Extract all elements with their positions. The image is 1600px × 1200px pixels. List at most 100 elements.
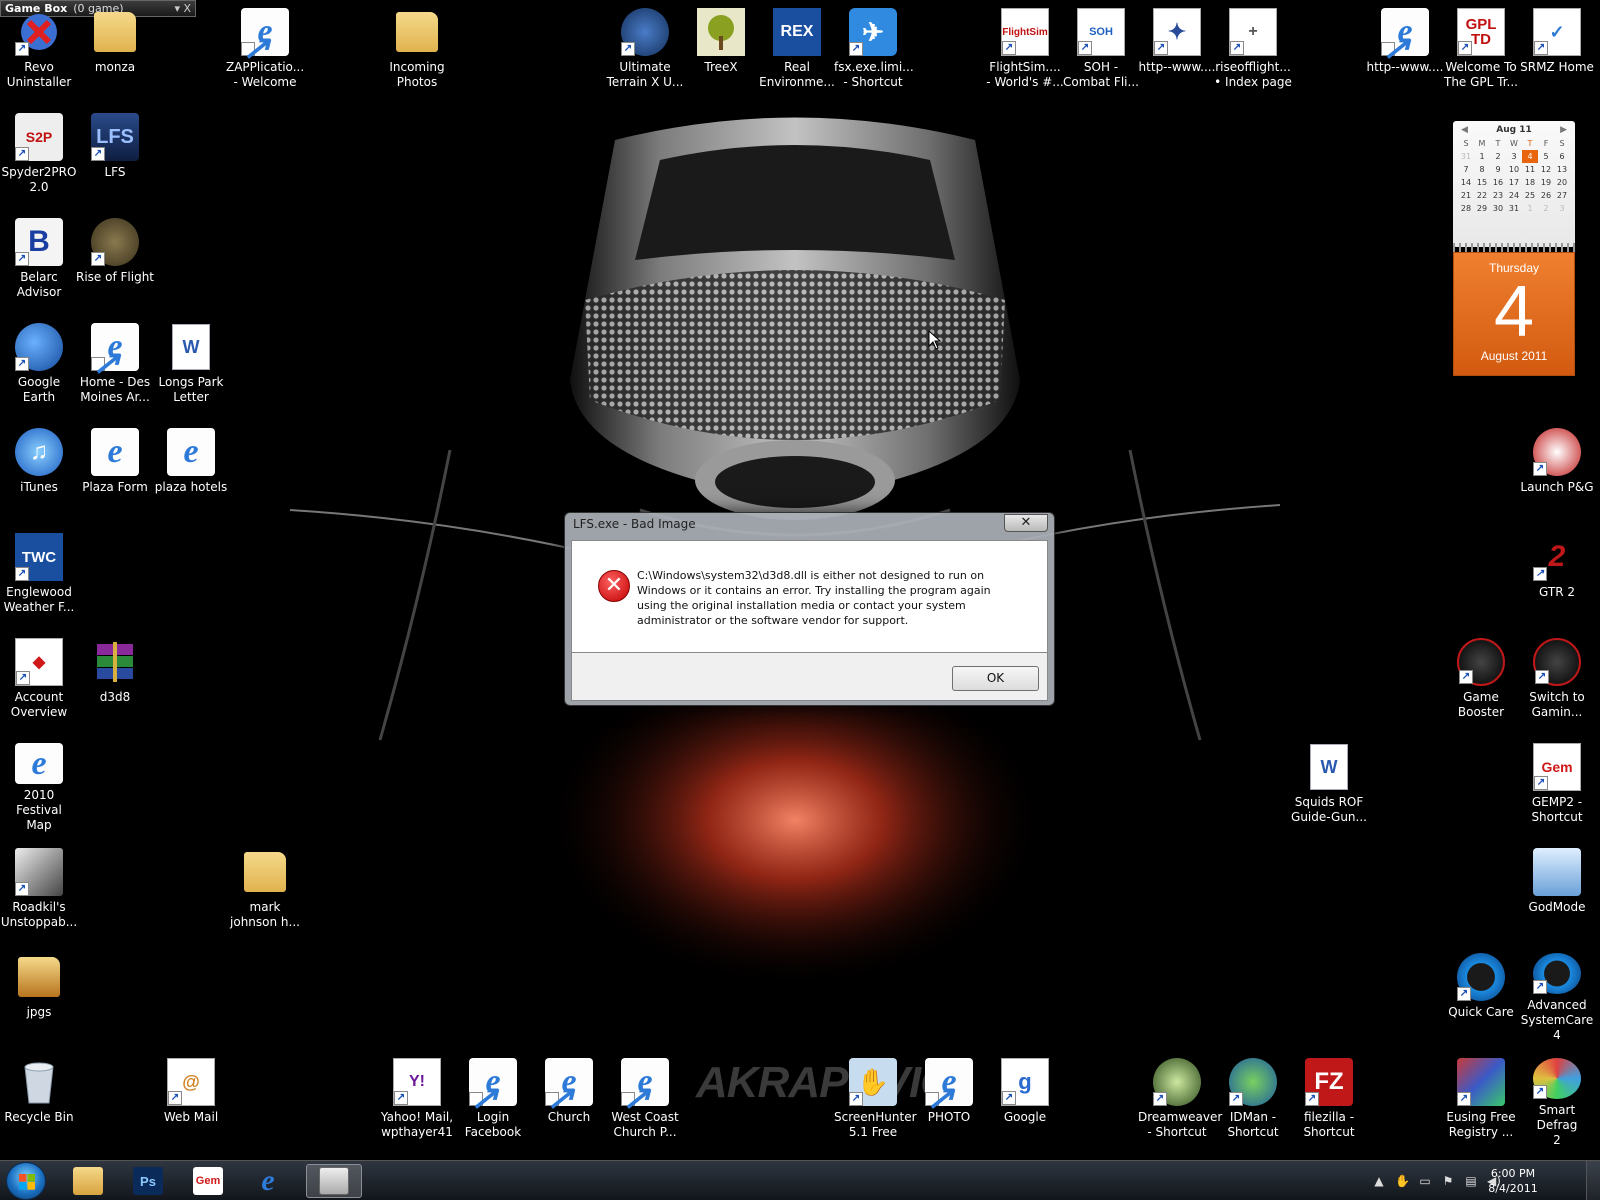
tray-app-icon[interactable]: ✋ — [1395, 1174, 1410, 1188]
calendar-day[interactable]: 5 — [1538, 150, 1554, 163]
desktop-icon-account-overview[interactable]: ◆ ↗ Account Overview — [0, 632, 78, 728]
desktop-icon-switch-to-gaming[interactable]: ↗ Switch to Gamin... — [1518, 632, 1596, 728]
calendar-day-card[interactable]: Thursday 4 August 2011 — [1453, 252, 1575, 376]
game-box-controls[interactable]: ▾ X — [174, 1, 191, 16]
taskbar-gem-button[interactable]: Gem — [180, 1164, 236, 1198]
desktop-icon-google-earth[interactable]: ↗ Google Earth — [0, 317, 78, 413]
taskbar-window-button[interactable] — [306, 1164, 362, 1198]
desktop-icon-revo-uninstaller[interactable]: ↗ Revo Uninstaller — [0, 2, 78, 98]
desktop-icon-gtr2[interactable]: 2 ↗ GTR 2 — [1518, 527, 1596, 623]
desktop-icon-recycle-bin[interactable]: Recycle Bin — [0, 1052, 78, 1148]
calendar-day[interactable]: 26 — [1538, 189, 1554, 202]
desktop-icon-login-facebook[interactable]: e ↗ Login Facebook — [454, 1052, 532, 1148]
desktop-icon-treex[interactable]: TreeX — [682, 2, 760, 98]
calendar-day[interactable]: 23 — [1490, 189, 1506, 202]
desktop-icon-screenhunter[interactable]: ✋ ↗ ScreenHunter 5.1 Free — [834, 1052, 917, 1148]
calendar-day[interactable]: 4 — [1522, 150, 1538, 163]
calendar-day[interactable]: 12 — [1538, 163, 1554, 176]
show-hidden-icons-icon[interactable]: ▲ — [1372, 1174, 1386, 1188]
calendar-day[interactable]: 27 — [1554, 189, 1570, 202]
calendar-day[interactable]: 25 — [1522, 189, 1538, 202]
action-center-flag-icon[interactable]: ⚑ — [1441, 1174, 1455, 1188]
calendar-day[interactable]: 7 — [1458, 163, 1474, 176]
desktop-icon-longs-park-letter[interactable]: W Longs Park Letter — [152, 317, 230, 413]
desktop-icon-gemp2[interactable]: Gem ↗ GEMP2 - Shortcut — [1518, 737, 1596, 833]
desktop-icon-home-des-moines[interactable]: e ↗ Home - Des Moines Ar... — [76, 317, 154, 413]
desktop-icon-advanced-systemcare[interactable]: ↗ Advanced SystemCare 4 — [1518, 947, 1596, 1043]
calendar-day[interactable]: 2 — [1538, 202, 1554, 215]
calendar-day[interactable]: 20 — [1554, 176, 1570, 189]
desktop-icon-zapplication[interactable]: e ↗ ZAPPlicatio... - Welcome — [226, 2, 304, 98]
calendar-day[interactable]: 21 — [1458, 189, 1474, 202]
desktop-icon-belarc[interactable]: B ↗ Belarc Advisor — [0, 212, 78, 308]
desktop-icon-photo[interactable]: e ↗ PHOTO — [910, 1052, 988, 1148]
calendar-day[interactable]: 14 — [1458, 176, 1474, 189]
desktop-icon-rise-of-flight[interactable]: ↗ Rise of Flight — [76, 212, 154, 308]
desktop-icon-web-mail[interactable]: @ ↗ Web Mail — [152, 1052, 230, 1148]
desktop-icon-plaza-form[interactable]: e Plaza Form — [76, 422, 154, 518]
taskbar-explorer-button[interactable] — [60, 1164, 116, 1198]
desktop-icon-http-2[interactable]: e ↗ http--www.... — [1366, 2, 1444, 98]
desktop-icon-spyder2pro[interactable]: S2P ↗ Spyder2PRO 2.0 — [0, 107, 78, 203]
desktop-icon-fsx[interactable]: ✈ ↗ fsx.exe.limi... - Shortcut — [834, 2, 914, 98]
calendar-day[interactable]: 1 — [1474, 150, 1490, 163]
network-icon[interactable]: ▤ — [1464, 1174, 1478, 1188]
calendar-day[interactable]: 31 — [1458, 150, 1474, 163]
desktop-icon-launch-pg[interactable]: ↗ Launch P&G — [1518, 422, 1596, 518]
desktop-icon-squids-rof[interactable]: W Squids ROF Guide-Gun... — [1290, 737, 1368, 833]
desktop-icon-real-environment[interactable]: REX Real Environme... — [758, 2, 836, 98]
desktop-icon-incoming-photos[interactable]: Incoming Photos — [378, 2, 456, 98]
desktop-icon-google[interactable]: g ↗ Google — [986, 1052, 1064, 1148]
calendar-day[interactable]: 10 — [1506, 163, 1522, 176]
calendar-day[interactable]: 13 — [1554, 163, 1570, 176]
bad-image-dialog[interactable]: LFS.exe - Bad Image ✕ ✕ C:\Windows\syste… — [564, 512, 1055, 706]
desktop-icon-godmode[interactable]: GodMode — [1518, 842, 1596, 938]
desktop-icon-itunes[interactable]: ♫ iTunes — [0, 422, 78, 518]
dialog-close-button[interactable]: ✕ — [1004, 514, 1048, 532]
start-button[interactable] — [6, 1162, 46, 1200]
show-desktop-button[interactable] — [1586, 1161, 1600, 1200]
desktop-icon-festival-map[interactable]: e 2010 Festival Map — [0, 737, 78, 833]
calendar-day[interactable]: 28 — [1458, 202, 1474, 215]
desktop-icon-eusing[interactable]: ↗ Eusing Free Registry ... — [1442, 1052, 1520, 1148]
taskbar-clock[interactable]: 6:00 PM 8/4/2011 — [1478, 1166, 1548, 1196]
tray-window-icon[interactable]: ▭ — [1418, 1174, 1432, 1188]
desktop-icon-gpl[interactable]: GPL TD ↗ Welcome To The GPL Tr... — [1442, 2, 1520, 98]
desktop-icon-d3d8[interactable]: d3d8 — [76, 632, 154, 728]
taskbar-photoshop-button[interactable]: Ps — [120, 1164, 176, 1198]
calendar-day[interactable]: 2 — [1490, 150, 1506, 163]
desktop-icon-englewood-weather[interactable]: TWC ↗ Englewood Weather F... — [0, 527, 78, 623]
calendar-day[interactable]: 29 — [1474, 202, 1490, 215]
desktop-icon-monza[interactable]: monza — [76, 2, 154, 98]
desktop-icon-smart-defrag[interactable]: ↗ Smart Defrag 2 — [1518, 1052, 1596, 1148]
taskbar-ie-button[interactable]: e — [240, 1164, 296, 1198]
desktop-icon-game-booster[interactable]: ↗ Game Booster — [1442, 632, 1520, 728]
desktop-icon-http-1[interactable]: ✦ ↗ http--www.... — [1138, 2, 1216, 98]
desktop-icon-lfs[interactable]: LFS ↗ LFS — [76, 107, 154, 203]
calendar-day[interactable]: 24 — [1506, 189, 1522, 202]
desktop-icon-mark-johnson[interactable]: mark johnson h... — [226, 842, 304, 938]
calendar-day[interactable]: 1 — [1522, 202, 1538, 215]
desktop-icon-west-coast-church[interactable]: e ↗ West Coast Church P... — [606, 1052, 684, 1148]
desktop-icon-idman[interactable]: ↗ IDMan - Shortcut — [1214, 1052, 1292, 1148]
calendar-day[interactable]: 11 — [1522, 163, 1538, 176]
calendar-day[interactable]: 31 — [1506, 202, 1522, 215]
desktop-icon-flightsim[interactable]: FlightSim ↗ FlightSim.... - World's #... — [986, 2, 1064, 98]
calendar-day[interactable]: 22 — [1474, 189, 1490, 202]
desktop-icon-dreamweaver[interactable]: ↗ Dreamweaver - Shortcut — [1138, 1052, 1222, 1148]
desktop-icon-jpgs[interactable]: jpgs — [0, 947, 78, 1043]
desktop-icon-plaza-hotels[interactable]: e plaza hotels — [152, 422, 230, 518]
calendar-day[interactable]: 18 — [1522, 176, 1538, 189]
calendar-prev-icon[interactable]: ◀ — [1461, 125, 1468, 135]
desktop-icon-quick-care[interactable]: ↗ Quick Care — [1442, 947, 1520, 1043]
calendar-day[interactable]: 3 — [1554, 202, 1570, 215]
calendar-day[interactable]: 3 — [1506, 150, 1522, 163]
calendar-gadget[interactable]: ◀ Aug 11 ▶ SMTWTFS 31 1 2 3 4 5 6 7 8 9 10 11 12 13 14… — [1453, 121, 1575, 255]
calendar-next-icon[interactable]: ▶ — [1560, 125, 1567, 135]
desktop-icon-riseofflight[interactable]: + ↗ riseofflight... • Index page — [1214, 2, 1292, 98]
desktop-icon-roadkil[interactable]: ↗ Roadkil's Unstoppab... — [0, 842, 78, 938]
calendar-day[interactable]: 15 — [1474, 176, 1490, 189]
calendar-day[interactable]: 6 — [1554, 150, 1570, 163]
desktop-icon-srmz[interactable]: ✓ ↗ SRMZ Home — [1518, 2, 1596, 98]
desktop-icon-church[interactable]: e ↗ Church — [530, 1052, 608, 1148]
